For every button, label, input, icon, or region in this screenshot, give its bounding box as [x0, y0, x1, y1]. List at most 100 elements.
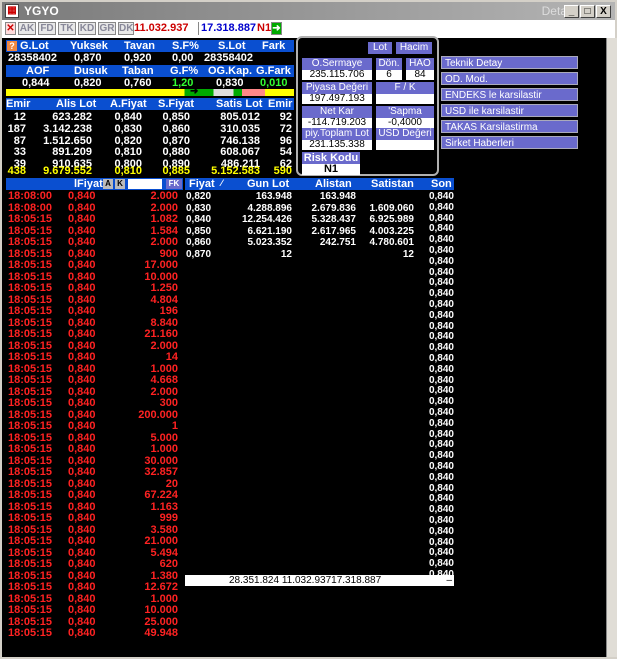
menu-item[interactable]: OD. Mod. [441, 72, 578, 85]
go-arrow-icon[interactable]: ➜ [271, 22, 282, 35]
trade-cell: 18:05:15 [8, 546, 53, 559]
menu-item[interactable]: Sirket Haberleri [441, 136, 578, 149]
toolbar-button-ak[interactable]: AK [18, 22, 36, 35]
close-icon[interactable]: ✕ [5, 22, 16, 35]
app-icon: ▦ [5, 4, 19, 18]
son-cell: 0,840 [428, 309, 454, 321]
menu-item[interactable]: TAKAS Karsilastirma [441, 120, 578, 133]
value-tavan: 0,920 [124, 52, 152, 64]
distribution-cell: 4.003.225 [369, 225, 415, 237]
header-satistan: Satistan [371, 178, 414, 190]
don-value: 6 [376, 70, 402, 80]
trade-cell: 18:05:15 [8, 282, 53, 294]
depth-cell: 0,840 [114, 111, 142, 123]
filter-a-button[interactable]: A [103, 179, 113, 189]
value-taban: 0,760 [124, 77, 152, 89]
label-gfark: G.Fark [256, 65, 291, 77]
trade-cell: 0,840 [68, 523, 96, 536]
son-cell: 0,840 [428, 374, 454, 386]
depth-total-cell: 590 [273, 165, 292, 177]
header-s-fiyat: S.Fiyat [158, 98, 195, 110]
trade-cell: 0,840 [68, 604, 96, 616]
filter-input[interactable] [128, 179, 162, 189]
label-tavan: Tavan [124, 40, 155, 52]
depth-row: 33 891.209 0,810 0,880 608.067 54 [6, 146, 294, 158]
son-cell: 0,840 [428, 331, 454, 343]
trade-cell: 0,840 [68, 316, 96, 329]
depth-cell: 0,870 [162, 134, 190, 147]
distribution-cell: 0,820 [186, 191, 212, 202]
distribution-cell: 2.679.836 [311, 202, 357, 214]
menu-item[interactable]: ENDEKS le karsilastir [441, 88, 578, 101]
minimize-button[interactable]: _ [564, 5, 579, 18]
distribution-cell: 5.023.352 [247, 237, 293, 248]
trade-cell: 1.000 [150, 592, 178, 605]
distribution-cell: 0,860 [186, 237, 212, 248]
depth-cell: 608.067 [220, 146, 260, 159]
trade-row: 18:05:15 0,840 196 [6, 306, 178, 318]
trade-cell: 10.000 [144, 604, 178, 616]
help-icon[interactable]: ? [7, 41, 17, 51]
vertical-scrollbar[interactable] [606, 38, 617, 657]
label-ogkap: OG.Kap. [208, 65, 253, 77]
trade-cell: 3.580 [150, 523, 178, 536]
son-cell: 0,840 [428, 277, 454, 289]
header-a-fiyat: A.Fiyat [110, 98, 147, 110]
hacim-button[interactable]: Hacim [396, 42, 432, 54]
trade-cell: 18:05:15 [8, 362, 53, 375]
son-cell: 0,840 [428, 515, 454, 526]
maximize-button[interactable]: □ [580, 5, 595, 18]
trade-cell: 18:05:15 [8, 466, 53, 478]
distribution-cell: 4.288.896 [247, 202, 293, 214]
distribution-cell: 6.621.190 [247, 225, 293, 237]
distribution-cell: 0,830 [186, 202, 212, 214]
depth-row: 87 1.512.650 0,820 0,870 746.138 96 [6, 135, 294, 147]
trade-cell: 18:05:15 [8, 500, 53, 513]
son-cell: 0,840 [428, 385, 454, 397]
trade-row: 18:05:15 0,840 10.000 [6, 604, 178, 617]
sort-icon[interactable]: ⁄ [221, 178, 223, 188]
value-yuksek: 0,870 [74, 52, 102, 64]
trade-row: 18:05:15 0,840 999 [6, 512, 178, 525]
distribution-cell: 5.328.437 [311, 214, 357, 225]
header-emir-buy: Emir [6, 98, 31, 110]
menu-item[interactable]: Teknik Detay [441, 56, 578, 69]
trade-cell: 1.380 [150, 569, 178, 582]
osermaye-value: 235.115.706 [302, 70, 372, 80]
toolbar-button-dk[interactable]: DK [118, 22, 134, 35]
distribution-row: 0,820 163.948 163.948 [0, 191, 420, 203]
trade-cell: 18:05:15 [8, 328, 53, 340]
trade-cell: 18:05:15 [8, 512, 53, 524]
trade-cell: 0,840 [68, 374, 96, 386]
trade-cell: 0,840 [68, 569, 96, 582]
son-cell: 0,840 [428, 201, 454, 213]
piy-toplam-lot-value: 231.135.338 [302, 140, 372, 150]
trade-row: 18:05:15 0,840 1.250 [6, 282, 178, 295]
toolbar-button-fd[interactable]: FD [38, 22, 56, 35]
trade-cell: 18:05:15 [8, 374, 53, 386]
usd-degeri-value [376, 140, 434, 150]
trade-cell: 18:05:15 [8, 293, 53, 306]
filter-k-button[interactable]: K [115, 179, 125, 189]
trade-cell: 25.000 [144, 615, 178, 628]
toolbar-button-gr[interactable]: GR [98, 22, 116, 35]
trade-cell: 17.000 [144, 259, 178, 271]
trade-cell: 0,840 [68, 362, 96, 375]
trade-cell: 0,840 [68, 615, 96, 628]
trade-row: 18:05:15 0,840 300 [6, 398, 178, 410]
toolbar-button-tk[interactable]: TK [58, 22, 76, 35]
trade-cell: 0,840 [68, 477, 96, 490]
depth-cell: 310.035 [220, 122, 260, 135]
trade-cell: 0,840 [68, 351, 96, 363]
label-gf: G.F% [170, 65, 199, 77]
lot-button[interactable]: Lot [368, 42, 392, 54]
trade-cell: 18:05:15 [8, 581, 53, 593]
toolbar-button-kd[interactable]: KD [78, 22, 96, 35]
trade-cell: 12.672 [144, 581, 178, 593]
menu-item[interactable]: USD ile karsilastir [441, 104, 578, 117]
label-dusuk: Dusuk [74, 65, 108, 77]
fk-button[interactable]: FK [166, 179, 182, 189]
value-aof: 0,844 [22, 77, 50, 89]
close-button[interactable]: X [596, 5, 611, 18]
depth-cell: 0,860 [162, 122, 190, 135]
